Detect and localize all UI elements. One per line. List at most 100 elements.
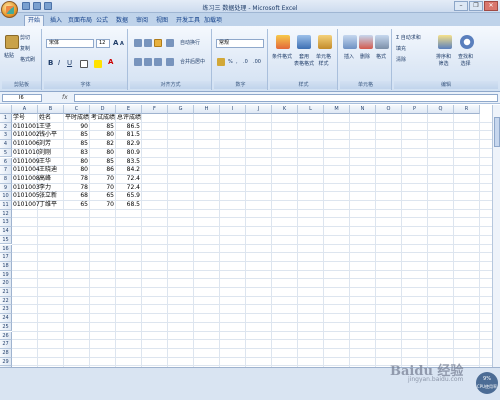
row-header-4[interactable]: 4 <box>0 140 12 149</box>
table-cell[interactable]: 68 <box>65 192 88 201</box>
column-header-I[interactable]: I <box>220 105 246 114</box>
table-cell[interactable]: 0101006 <box>13 140 40 149</box>
table-cell[interactable]: 65 <box>91 192 114 201</box>
format-as-table-icon[interactable] <box>297 35 311 49</box>
table-cell[interactable]: 78 <box>65 175 88 184</box>
table-cell[interactable]: 72.4 <box>117 184 140 193</box>
scroll-thumb[interactable] <box>494 117 500 147</box>
row-header-25[interactable]: 25 <box>0 322 12 332</box>
increase-decimal-button[interactable]: .0 <box>243 59 248 65</box>
wrap-text-button[interactable]: 自动换行 <box>180 39 200 46</box>
align-left-icon[interactable] <box>134 58 142 66</box>
shrink-font-button[interactable]: A <box>120 41 124 47</box>
tab-page-layout[interactable]: 页面布局 <box>68 16 92 26</box>
column-header-C[interactable]: C <box>64 105 90 114</box>
table-cell[interactable]: 0101002 <box>13 131 40 140</box>
table-cell[interactable]: 90 <box>65 123 88 132</box>
cut-button[interactable]: 剪切 <box>20 34 30 41</box>
table-cell[interactable]: 85 <box>91 158 114 167</box>
row-header-12[interactable]: 12 <box>0 209 12 219</box>
column-header-N[interactable]: N <box>350 105 376 114</box>
column-header-O[interactable]: O <box>376 105 402 114</box>
fill-button[interactable]: 填充 <box>396 45 406 52</box>
row-header-3[interactable]: 3 <box>0 131 12 141</box>
table-cell[interactable]: 86.5 <box>117 123 140 132</box>
grow-font-button[interactable]: A <box>113 39 118 47</box>
maximize-button[interactable]: ❐ <box>469 1 483 11</box>
cell-styles-button[interactable]: 单元格 样式 <box>316 53 331 67</box>
insert-cells-icon[interactable] <box>343 35 357 49</box>
format-cells-button[interactable]: 格式 <box>376 53 386 60</box>
currency-icon[interactable] <box>217 58 225 66</box>
table-cell[interactable]: 78 <box>65 184 88 193</box>
table-cell[interactable]: 72.4 <box>117 175 140 184</box>
table-header-cell[interactable]: 总评成绩 <box>117 114 143 123</box>
row-header-20[interactable]: 20 <box>0 279 12 288</box>
minimize-button[interactable]: – <box>454 1 468 11</box>
row-header-11[interactable]: 11 <box>0 201 12 210</box>
row-header-18[interactable]: 18 <box>0 261 12 271</box>
table-cell[interactable]: 0101010 <box>13 149 40 158</box>
row-header-23[interactable]: 23 <box>0 305 12 315</box>
close-button[interactable]: ✕ <box>484 1 498 11</box>
select-all-corner[interactable] <box>0 105 12 114</box>
tab-formulas[interactable]: 公式 <box>96 16 108 26</box>
copy-button[interactable]: 复制 <box>20 45 30 52</box>
row-header-16[interactable]: 16 <box>0 244 12 254</box>
insert-cells-button[interactable]: 插入 <box>344 53 354 60</box>
font-color-button[interactable]: A <box>108 58 113 66</box>
table-header-cell[interactable]: 姓名 <box>39 114 51 123</box>
table-cell[interactable]: 82 <box>91 140 114 149</box>
paste-icon[interactable] <box>5 35 19 49</box>
align-center-icon[interactable] <box>144 58 152 66</box>
format-painter-button[interactable]: 格式刷 <box>20 56 35 63</box>
table-cell[interactable]: 刘芳 <box>39 140 51 149</box>
table-cell[interactable]: 王晓迪 <box>39 166 57 175</box>
tab-developer[interactable]: 开发工具 <box>176 16 200 26</box>
table-cell[interactable]: 84.2 <box>117 166 140 175</box>
column-header-R[interactable]: R <box>454 105 480 114</box>
tab-home[interactable]: 开始 <box>24 15 45 26</box>
row-header-10[interactable]: 10 <box>0 192 12 201</box>
table-header-cell[interactable]: 平时成绩 <box>65 114 91 123</box>
column-header-J[interactable]: J <box>246 105 272 114</box>
column-header-E[interactable]: E <box>116 105 142 114</box>
table-cell[interactable]: 张立新 <box>39 192 57 201</box>
fill-color-icon[interactable] <box>94 60 102 68</box>
table-cell[interactable]: 83 <box>65 149 88 158</box>
row-header-24[interactable]: 24 <box>0 314 12 323</box>
bold-button[interactable]: B <box>48 59 53 67</box>
column-header-Q[interactable]: Q <box>428 105 454 114</box>
table-cell[interactable]: 70 <box>91 175 114 184</box>
table-cell[interactable]: 86 <box>91 166 114 175</box>
align-right-icon[interactable] <box>154 58 162 66</box>
row-header-1[interactable]: 1 <box>0 114 12 123</box>
align-middle-icon[interactable] <box>144 39 152 47</box>
table-cell[interactable]: 85 <box>65 140 88 149</box>
table-header-cell[interactable]: 学号 <box>13 114 25 123</box>
column-header-G[interactable]: G <box>168 105 194 114</box>
table-cell[interactable]: 丁维平 <box>39 201 57 210</box>
table-header-cell[interactable]: 考试成绩 <box>91 114 117 123</box>
row-header-6[interactable]: 6 <box>0 157 12 167</box>
merge-center-button[interactable]: 合并后居中 <box>180 58 205 65</box>
format-as-table-button[interactable]: 套用 表格格式 <box>294 53 314 67</box>
row-header-19[interactable]: 19 <box>0 270 12 280</box>
table-cell[interactable]: 0101004 <box>13 166 40 175</box>
sort-filter-button[interactable]: 排序和 筛选 <box>436 53 451 67</box>
office-button[interactable] <box>1 1 18 18</box>
paste-button[interactable]: 粘贴 <box>4 52 14 59</box>
row-header-17[interactable]: 17 <box>0 253 12 262</box>
comma-button[interactable]: , <box>236 59 238 65</box>
sort-filter-icon[interactable] <box>438 35 452 49</box>
table-cell[interactable]: 85 <box>65 131 88 140</box>
table-cell[interactable]: 70 <box>91 184 114 193</box>
conditional-format-icon[interactable] <box>276 35 290 49</box>
row-header-14[interactable]: 14 <box>0 227 12 236</box>
column-header-L[interactable]: L <box>298 105 324 114</box>
table-cell[interactable]: 65 <box>65 201 88 210</box>
column-header-F[interactable]: F <box>142 105 168 114</box>
tab-view[interactable]: 视图 <box>156 16 168 26</box>
align-top-icon[interactable] <box>134 39 142 47</box>
table-cell[interactable]: 0101003 <box>13 184 40 193</box>
